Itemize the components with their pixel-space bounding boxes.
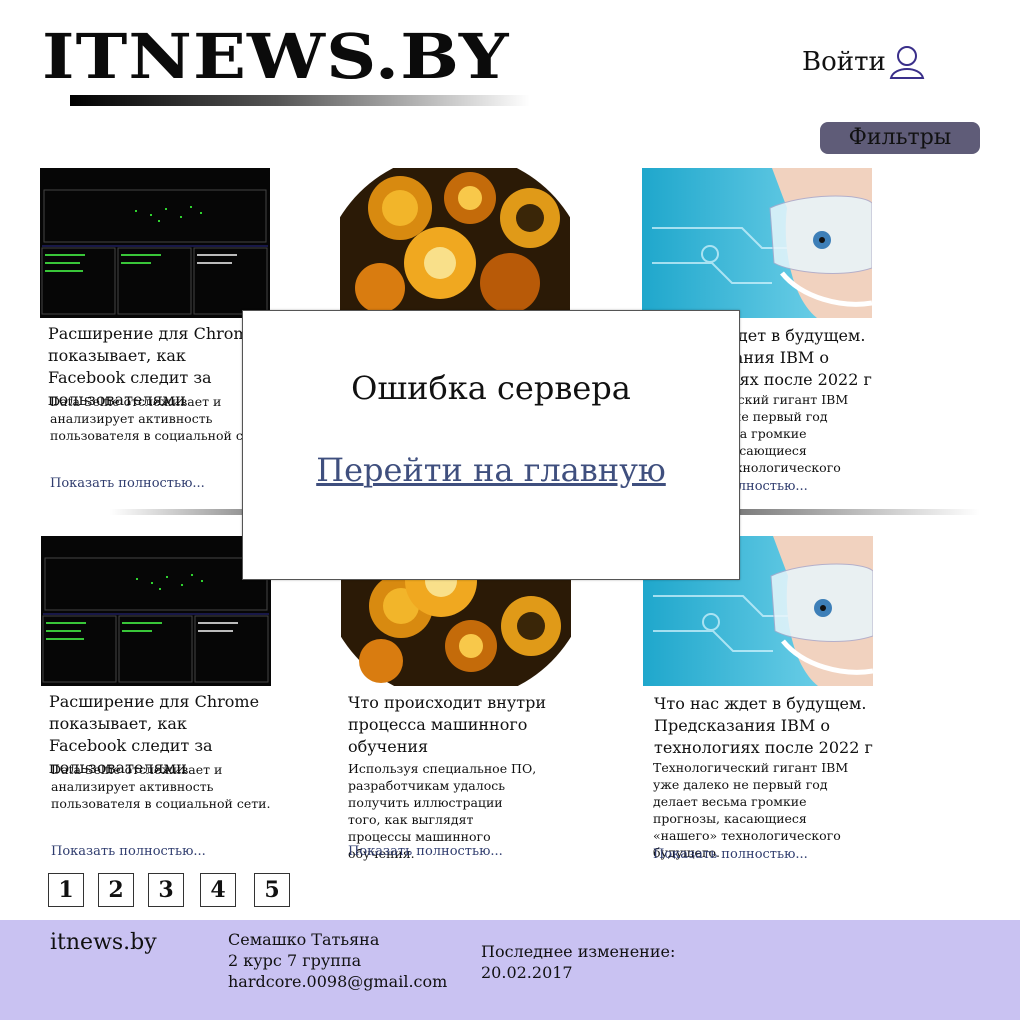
card-1-more-link[interactable]: Показать полностью... — [50, 476, 205, 491]
ibm-future-image — [642, 168, 872, 318]
footer-author: Семашко Татьяна 2 курс 7 группа hardcore… — [228, 929, 447, 992]
card-image-data-selfie-2[interactable] — [41, 536, 271, 686]
card-4-description: Data Selfie отслеживает и анализирует ак… — [51, 762, 271, 811]
footer-author-name: Семашко Татьяна — [228, 930, 380, 949]
footer: itnews.by Семашко Татьяна 2 курс 7 групп… — [0, 920, 1020, 1020]
footer-updated: Последнее изменение: 20.02.2017 — [481, 941, 675, 983]
footer-updated-label: Последнее изменение: — [481, 942, 676, 961]
row-separator-left — [110, 509, 260, 515]
card-image-data-selfie[interactable] — [40, 168, 270, 318]
data-selfie-screenshot — [41, 536, 271, 686]
page-5-button[interactable]: 5 — [254, 873, 290, 907]
card-5-title[interactable]: Что происходит внутри процесса машинного… — [348, 692, 548, 758]
site-logo[interactable]: ITNEWS.BY — [42, 26, 510, 88]
footer-site-name[interactable]: itnews.by — [50, 930, 157, 955]
footer-author-group: 2 курс 7 группа — [228, 951, 362, 970]
page-4-button[interactable]: 4 — [200, 873, 236, 907]
card-6-title[interactable]: Что нас ждет в будущем. Предсказания IBM… — [654, 693, 874, 759]
card-1-description: Data Selfie отслеживает и анализирует ак… — [50, 394, 270, 443]
login-label: Войти — [802, 47, 886, 77]
page-2-button[interactable]: 2 — [98, 873, 134, 907]
page-1-button[interactable]: 1 — [48, 873, 84, 907]
error-title: Ошибка сервера — [351, 369, 631, 407]
filters-button[interactable]: Фильтры — [820, 122, 980, 154]
go-home-link[interactable]: Перейти на главную — [243, 451, 739, 489]
user-icon — [889, 46, 925, 79]
footer-author-email[interactable]: hardcore.0098@gmail.com — [228, 971, 447, 992]
data-selfie-screenshot — [40, 168, 270, 318]
login-button[interactable]: Войти — [802, 44, 926, 80]
card-image-machine-learning[interactable] — [340, 168, 570, 318]
card-6-more-link[interactable]: Показать полностью... — [653, 847, 808, 862]
card-image-ibm[interactable] — [642, 168, 872, 318]
row-separator-right — [730, 509, 980, 515]
footer-updated-date: 20.02.2017 — [481, 963, 573, 982]
card-5-more-link[interactable]: Показать полностью... — [348, 844, 503, 859]
logo-underline — [70, 95, 530, 106]
card-4-more-link[interactable]: Показать полностью... — [51, 844, 206, 859]
card-6-description: Технологический гигант IBM уже далеко не… — [653, 760, 849, 860]
microscope-image — [340, 168, 570, 318]
page-3-button[interactable]: 3 — [148, 873, 184, 907]
server-error-dialog: Ошибка сервера Перейти на главную — [242, 310, 740, 580]
